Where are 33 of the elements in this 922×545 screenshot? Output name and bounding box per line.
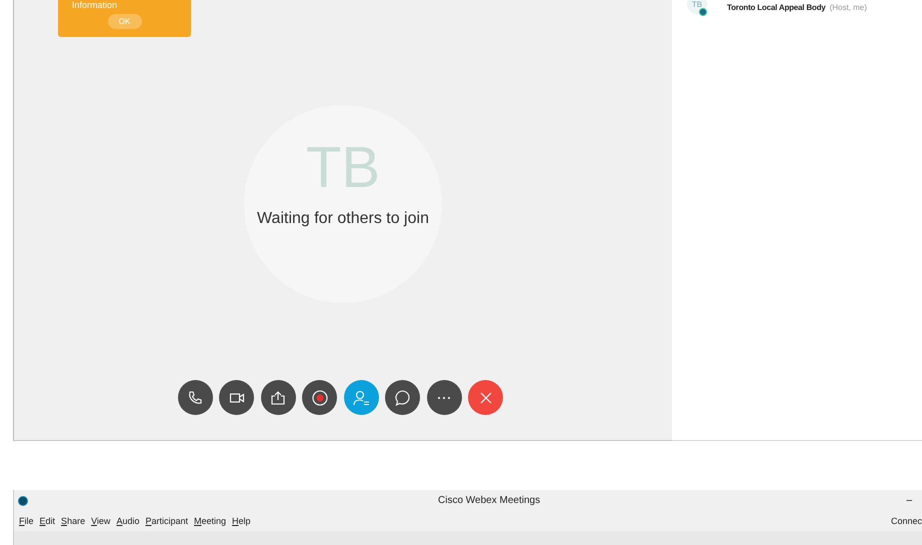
- minimize-button[interactable]: –: [906, 495, 912, 506]
- menu-item[interactable]: Audio: [116, 516, 140, 526]
- participants-button[interactable]: [344, 380, 379, 415]
- record-icon: [310, 388, 329, 406]
- menu-item[interactable]: File: [19, 516, 34, 526]
- menu-item[interactable]: Share: [61, 516, 86, 526]
- app-logo-icon: [18, 496, 28, 506]
- menu-item[interactable]: Participant: [145, 516, 188, 526]
- share-button[interactable]: [260, 380, 296, 415]
- notice-text: Information: [72, 0, 118, 11]
- participant-name[interactable]: Toronto Local Appeal Body: [727, 2, 826, 12]
- close-icon: [478, 390, 493, 404]
- menu-item[interactable]: Edit: [40, 516, 56, 526]
- record-button[interactable]: [302, 380, 338, 415]
- participant-role: (Host, me): [830, 2, 867, 12]
- status-icon: [699, 8, 707, 16]
- menu-item[interactable]: Help: [232, 516, 251, 526]
- waiting-message: Waiting for others to join: [257, 209, 429, 228]
- audio-button[interactable]: [178, 380, 213, 415]
- leave-button[interactable]: [468, 380, 504, 415]
- window-title: Cisco Webex Meetings: [438, 495, 540, 506]
- connection-status: Connec: [890, 516, 922, 526]
- phone-icon: [187, 390, 204, 406]
- chat-button[interactable]: [385, 380, 420, 415]
- more-icon: [437, 396, 452, 400]
- video-button[interactable]: [219, 380, 254, 415]
- menu-item[interactable]: Meeting: [194, 516, 226, 526]
- avatar-initials: TB: [692, 0, 702, 8]
- chat-icon: [394, 388, 412, 406]
- menu-item[interactable]: View: [91, 516, 110, 526]
- share-icon: [270, 390, 286, 406]
- person-icon: [352, 388, 370, 406]
- more-button[interactable]: [426, 380, 462, 415]
